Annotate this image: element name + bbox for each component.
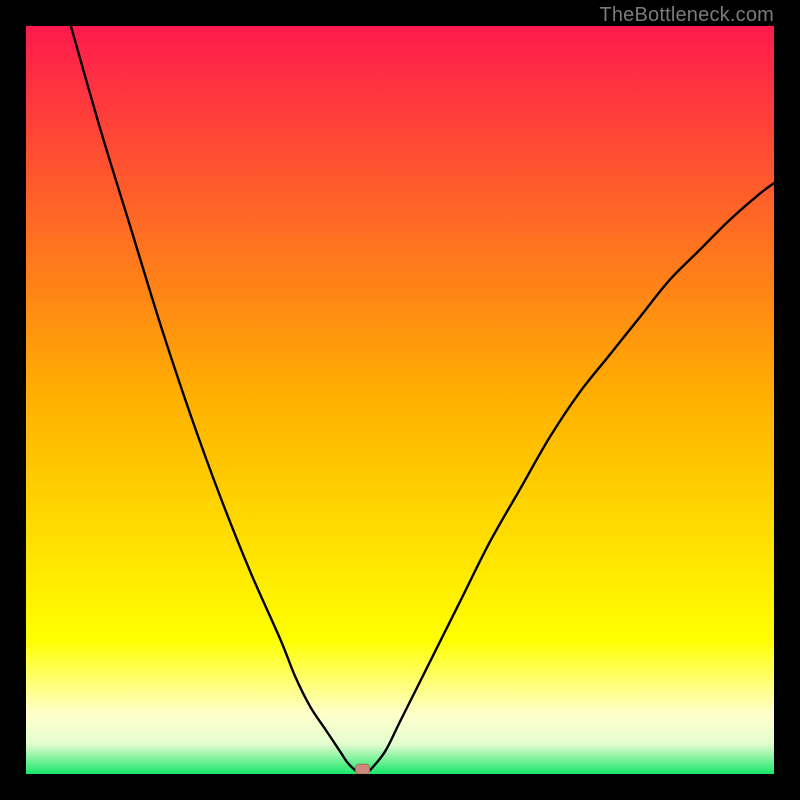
optimal-point-marker	[356, 764, 370, 774]
watermark-label: TheBottleneck.com	[599, 4, 774, 27]
bottleneck-chart	[26, 26, 774, 774]
gradient-background	[26, 26, 774, 774]
chart-frame	[26, 26, 774, 774]
